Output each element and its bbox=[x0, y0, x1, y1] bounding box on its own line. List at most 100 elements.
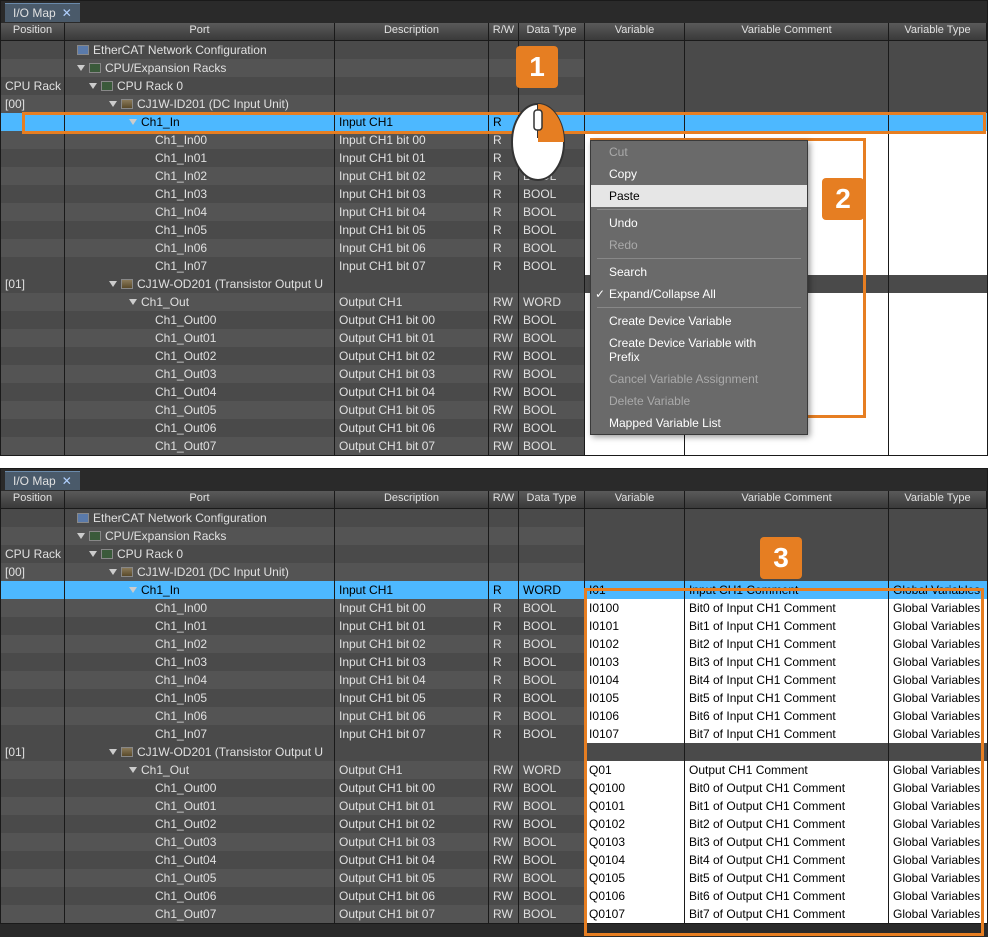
close-icon[interactable]: ✕ bbox=[62, 6, 72, 20]
comment-cell[interactable]: Bit4 of Input CH1 Comment bbox=[685, 671, 889, 689]
table-row[interactable]: Ch1_Out02 Output CH1 bit 02 RW BOOL Q010… bbox=[1, 815, 987, 833]
vartype-cell[interactable]: Global Variables bbox=[889, 905, 987, 923]
vartype-cell[interactable]: Global Variables bbox=[889, 761, 987, 779]
table-row[interactable]: Ch1_In01 Input CH1 bit 01 R BOOL I0101 B… bbox=[1, 617, 987, 635]
comment-cell[interactable]: Bit2 of Output CH1 Comment bbox=[685, 815, 889, 833]
menu-cancel-assignment[interactable]: Cancel Variable Assignment bbox=[591, 368, 807, 390]
header-vartype[interactable]: Variable Type bbox=[889, 23, 987, 40]
header-datatype[interactable]: Data Type bbox=[519, 23, 585, 40]
variable-cell[interactable]: Q0102 bbox=[585, 815, 685, 833]
table-row[interactable]: Ch1_Out03 Output CH1 bit 03 RW BOOL Q010… bbox=[1, 833, 987, 851]
comment-cell[interactable]: Bit7 of Input CH1 Comment bbox=[685, 725, 889, 743]
tab-io-map[interactable]: I/O Map ✕ bbox=[5, 471, 80, 490]
table-row[interactable]: Ch1_Out02 Output CH1 bit 02 RW BOOL bbox=[1, 347, 987, 365]
comment-cell[interactable]: Bit5 of Input CH1 Comment bbox=[685, 689, 889, 707]
variable-cell[interactable]: Q0103 bbox=[585, 833, 685, 851]
variable-cell[interactable]: Q0101 bbox=[585, 797, 685, 815]
chevron-down-icon[interactable] bbox=[109, 101, 117, 107]
table-row[interactable]: Ch1_Out07 Output CH1 bit 07 RW BOOL bbox=[1, 437, 987, 455]
table-row[interactable]: Ch1_Out07 Output CH1 bit 07 RW BOOL Q010… bbox=[1, 905, 987, 923]
table-row[interactable]: Ch1_In00 Input CH1 bit 00 R BOOL I0100 B… bbox=[1, 599, 987, 617]
comment-cell[interactable] bbox=[685, 437, 889, 455]
table-row[interactable]: Ch1_Out05 Output CH1 bit 05 RW BOOL Q010… bbox=[1, 869, 987, 887]
menu-cut[interactable]: Cut bbox=[591, 141, 807, 163]
tree-row-unit-in[interactable]: [00] CJ1W-ID201 (DC Input Unit) bbox=[1, 563, 987, 581]
vartype-cell[interactable] bbox=[889, 131, 987, 149]
table-row[interactable]: Ch1_In01 Input CH1 bit 01 R BOOL bbox=[1, 149, 987, 167]
table-row[interactable]: Ch1_Out04 Output CH1 bit 04 RW BOOL Q010… bbox=[1, 851, 987, 869]
tree-row-unit-in[interactable]: [00] CJ1W-ID201 (DC Input Unit) bbox=[1, 95, 987, 113]
table-row[interactable]: Ch1_Out05 Output CH1 bit 05 RW BOOL bbox=[1, 401, 987, 419]
comment-cell[interactable]: Bit4 of Output CH1 Comment bbox=[685, 851, 889, 869]
header-comment[interactable]: Variable Comment bbox=[685, 491, 889, 508]
table-row[interactable]: Ch1_In05 Input CH1 bit 05 R BOOL bbox=[1, 221, 987, 239]
vartype-cell[interactable]: Global Variables bbox=[889, 581, 987, 599]
vartype-cell[interactable] bbox=[889, 257, 987, 275]
table-row[interactable]: Ch1_Out00 Output CH1 bit 00 RW BOOL Q010… bbox=[1, 779, 987, 797]
chevron-down-icon[interactable] bbox=[77, 533, 85, 539]
vartype-cell[interactable]: Global Variables bbox=[889, 851, 987, 869]
comment-cell[interactable]: Bit3 of Output CH1 Comment bbox=[685, 833, 889, 851]
variable-cell[interactable]: I0106 bbox=[585, 707, 685, 725]
tree-row-ch1-in[interactable]: Ch1_In Input CH1 R WORD I01 Input CH1 Co… bbox=[1, 581, 987, 599]
header-description[interactable]: Description bbox=[335, 491, 489, 508]
chevron-down-icon[interactable] bbox=[129, 299, 137, 305]
table-row[interactable]: Ch1_In05 Input CH1 bit 05 R BOOL I0105 B… bbox=[1, 689, 987, 707]
tree-row-ch1-in[interactable]: Ch1_In Input CH1 R bbox=[1, 113, 987, 131]
vartype-cell[interactable] bbox=[889, 185, 987, 203]
variable-cell[interactable]: I0104 bbox=[585, 671, 685, 689]
vartype-cell[interactable]: Global Variables bbox=[889, 833, 987, 851]
comment-cell[interactable]: Bit1 of Input CH1 Comment bbox=[685, 617, 889, 635]
chevron-down-icon[interactable] bbox=[109, 749, 117, 755]
variable-cell[interactable]: Q0107 bbox=[585, 905, 685, 923]
table-row[interactable]: Ch1_Out06 Output CH1 bit 06 RW BOOL Q010… bbox=[1, 887, 987, 905]
header-vartype[interactable]: Variable Type bbox=[889, 491, 987, 508]
table-row[interactable]: Ch1_Out00 Output CH1 bit 00 RW BOOL bbox=[1, 311, 987, 329]
vartype-cell[interactable] bbox=[889, 311, 987, 329]
vartype-cell[interactable] bbox=[889, 437, 987, 455]
vartype-cell[interactable]: Global Variables bbox=[889, 599, 987, 617]
vartype-cell[interactable]: Global Variables bbox=[889, 779, 987, 797]
comment-cell[interactable]: Bit6 of Output CH1 Comment bbox=[685, 887, 889, 905]
variable-cell[interactable]: I0105 bbox=[585, 689, 685, 707]
vartype-cell[interactable]: Global Variables bbox=[889, 689, 987, 707]
table-row[interactable]: Ch1_Out04 Output CH1 bit 04 RW BOOL bbox=[1, 383, 987, 401]
chevron-down-icon[interactable] bbox=[109, 281, 117, 287]
table-row[interactable]: Ch1_In03 Input CH1 bit 03 R BOOL I0103 B… bbox=[1, 653, 987, 671]
header-comment[interactable]: Variable Comment bbox=[685, 23, 889, 40]
tree-row-ethercat[interactable]: EtherCAT Network Configuration bbox=[1, 41, 987, 59]
table-row[interactable]: Ch1_Out01 Output CH1 bit 01 RW BOOL Q010… bbox=[1, 797, 987, 815]
chevron-down-icon[interactable] bbox=[129, 119, 137, 125]
comment-cell[interactable]: Bit1 of Output CH1 Comment bbox=[685, 797, 889, 815]
variable-cell[interactable]: Q0104 bbox=[585, 851, 685, 869]
header-variable[interactable]: Variable bbox=[585, 491, 685, 508]
chevron-down-icon[interactable] bbox=[89, 83, 97, 89]
vartype-cell[interactable]: Global Variables bbox=[889, 671, 987, 689]
table-row[interactable]: Ch1_In00 Input CH1 bit 00 R BOOL bbox=[1, 131, 987, 149]
table-row[interactable]: Ch1_In07 Input CH1 bit 07 R BOOL bbox=[1, 257, 987, 275]
comment-cell[interactable]: Bit5 of Output CH1 Comment bbox=[685, 869, 889, 887]
tree-row-rack0[interactable]: CPU Rack CPU Rack 0 bbox=[1, 77, 987, 95]
vartype-cell[interactable]: Global Variables bbox=[889, 617, 987, 635]
vartype-cell[interactable]: Global Variables bbox=[889, 815, 987, 833]
table-row[interactable]: Ch1_In04 Input CH1 bit 04 R BOOL I0104 B… bbox=[1, 671, 987, 689]
tree-row-ch1-out[interactable]: Ch1_Out Output CH1 RW WORD bbox=[1, 293, 987, 311]
table-row[interactable]: Ch1_Out03 Output CH1 bit 03 RW BOOL bbox=[1, 365, 987, 383]
chevron-down-icon[interactable] bbox=[129, 587, 137, 593]
vartype-cell[interactable] bbox=[889, 167, 987, 185]
tree-row-ethercat[interactable]: EtherCAT Network Configuration bbox=[1, 509, 987, 527]
tree-row-racks[interactable]: CPU/Expansion Racks bbox=[1, 59, 987, 77]
vartype-cell[interactable] bbox=[889, 401, 987, 419]
variable-cell[interactable]: I01 bbox=[585, 581, 685, 599]
header-rw[interactable]: R/W bbox=[489, 491, 519, 508]
header-position[interactable]: Position bbox=[1, 491, 65, 508]
table-row[interactable]: Ch1_In06 Input CH1 bit 06 R BOOL bbox=[1, 239, 987, 257]
comment-cell[interactable]: Bit2 of Input CH1 Comment bbox=[685, 635, 889, 653]
variable-cell[interactable]: I0102 bbox=[585, 635, 685, 653]
header-rw[interactable]: R/W bbox=[489, 23, 519, 40]
vartype-cell[interactable] bbox=[889, 203, 987, 221]
vartype-cell[interactable]: Global Variables bbox=[889, 725, 987, 743]
header-position[interactable]: Position bbox=[1, 23, 65, 40]
tree-row-unit-out[interactable]: [01] CJ1W-OD201 (Transistor Output U bbox=[1, 275, 987, 293]
header-port[interactable]: Port bbox=[65, 491, 335, 508]
